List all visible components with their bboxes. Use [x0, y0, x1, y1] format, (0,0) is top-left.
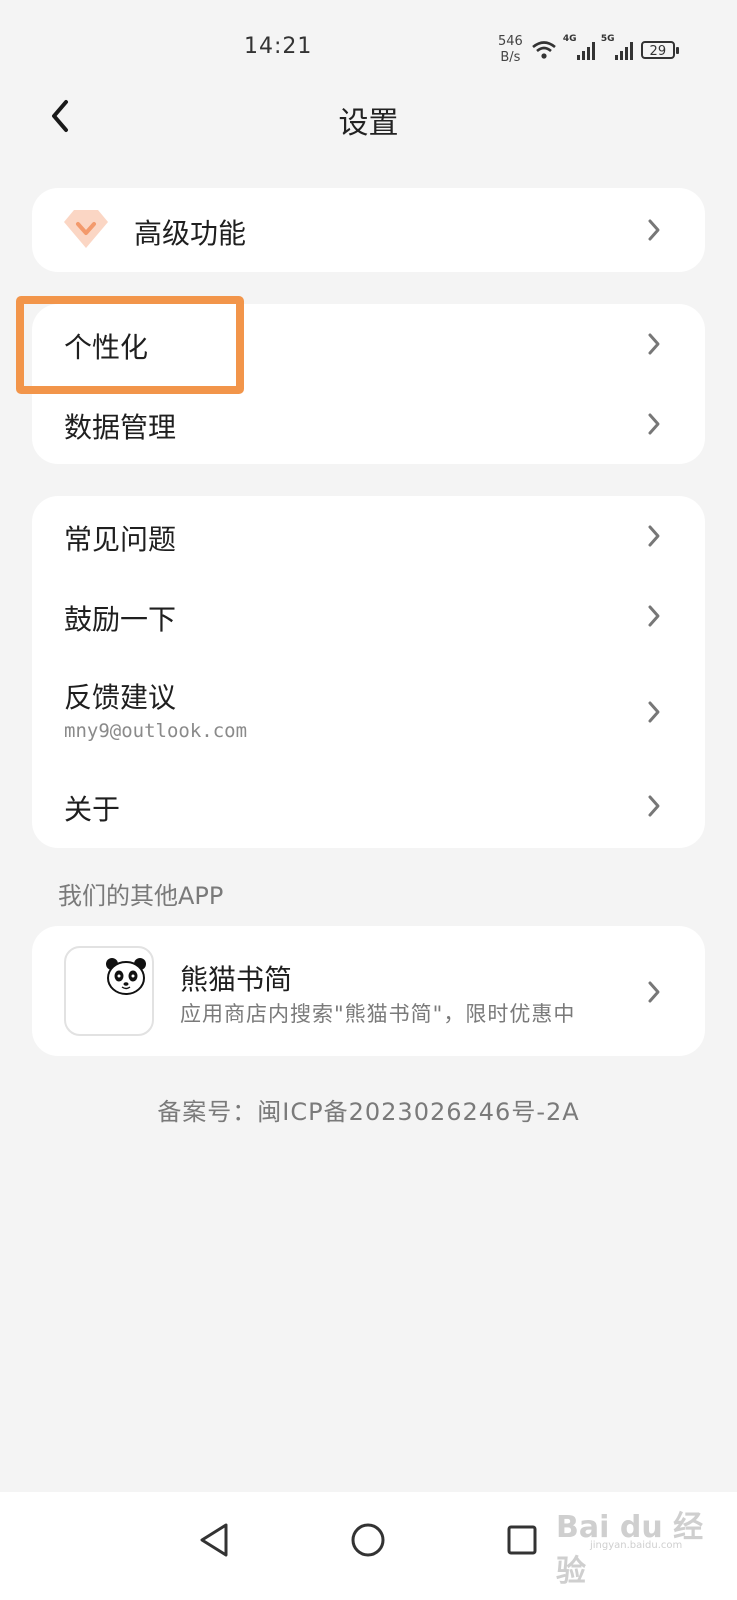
triangle-back-icon [200, 1523, 228, 1557]
network-speed: 546 B/s [498, 34, 523, 66]
feedback-row[interactable]: 反馈建议 mny9@outlook.com [32, 656, 705, 756]
cell-signal-icon-5g: 5G [601, 34, 633, 60]
wifi-icon [532, 41, 556, 59]
baidu-watermark: Bai du 经验 jingyan.baidu.com [556, 1500, 726, 1589]
encourage-label: 鼓励一下 [64, 603, 177, 636]
data-management-row[interactable]: 数据管理 [32, 384, 705, 464]
status-time: 14:21 [244, 34, 313, 59]
premium-card: 高级功能 [32, 188, 705, 272]
chevron-right-icon [648, 219, 660, 241]
status-icons: 546 B/s 4G 5G 29 [498, 30, 679, 70]
diamond-icon [64, 210, 108, 248]
faq-label: 常见问题 [64, 523, 177, 556]
other-apps-section-title: 我们的其他APP [58, 882, 224, 910]
data-management-label: 数据管理 [64, 411, 177, 444]
highlight-annotation [16, 296, 244, 394]
icp-filing-number: 备案号：闽ICP备2023026246号-2A [157, 1098, 580, 1126]
cell-signal-icon-4g: 4G [563, 34, 595, 60]
nav-recents-button[interactable] [492, 1510, 552, 1570]
chevron-right-icon [648, 413, 660, 435]
encourage-row[interactable]: 鼓励一下 [32, 576, 705, 656]
chevron-right-icon [648, 333, 660, 355]
app-description: 应用商店内搜索"熊猫书简"，限时优惠中 [180, 1002, 576, 1026]
panda-icon [106, 958, 146, 995]
square-recents-icon [507, 1525, 537, 1555]
app-header: 设置 [0, 80, 737, 152]
premium-features-label: 高级功能 [134, 217, 247, 250]
feedback-email: mny9@outlook.com [64, 720, 248, 742]
about-label: 关于 [64, 793, 121, 826]
chevron-right-icon [648, 525, 660, 547]
battery-level: 29 [649, 44, 667, 59]
premium-features-row[interactable]: 高级功能 [32, 190, 705, 270]
app-name: 熊猫书简 [180, 963, 293, 996]
settings-group-2: 常见问题 鼓励一下 反馈建议 mny9@outlook.com 关于 [32, 496, 705, 848]
network-speed-unit: B/s [500, 50, 521, 65]
watermark-url: jingyan.baidu.com [590, 1540, 683, 1551]
chevron-right-icon [648, 981, 660, 1003]
chevron-right-icon [648, 605, 660, 627]
feedback-label: 反馈建议 [64, 681, 177, 714]
battery-icon: 29 [640, 41, 679, 59]
circle-home-icon [351, 1523, 385, 1557]
about-row[interactable]: 关于 [32, 766, 705, 846]
chevron-right-icon [648, 795, 660, 817]
network-speed-value: 546 [498, 34, 523, 49]
nav-back-button[interactable] [184, 1510, 244, 1570]
faq-row[interactable]: 常见问题 [32, 496, 705, 576]
app-icon [64, 946, 154, 1036]
other-app-card[interactable]: 熊猫书简 应用商店内搜索"熊猫书简"，限时优惠中 [32, 926, 705, 1056]
nav-home-button[interactable] [338, 1510, 398, 1570]
chevron-right-icon [648, 701, 660, 723]
status-bar: 14:21 546 B/s 4G 5G 29 [0, 0, 737, 90]
page-title: 设置 [338, 106, 399, 141]
